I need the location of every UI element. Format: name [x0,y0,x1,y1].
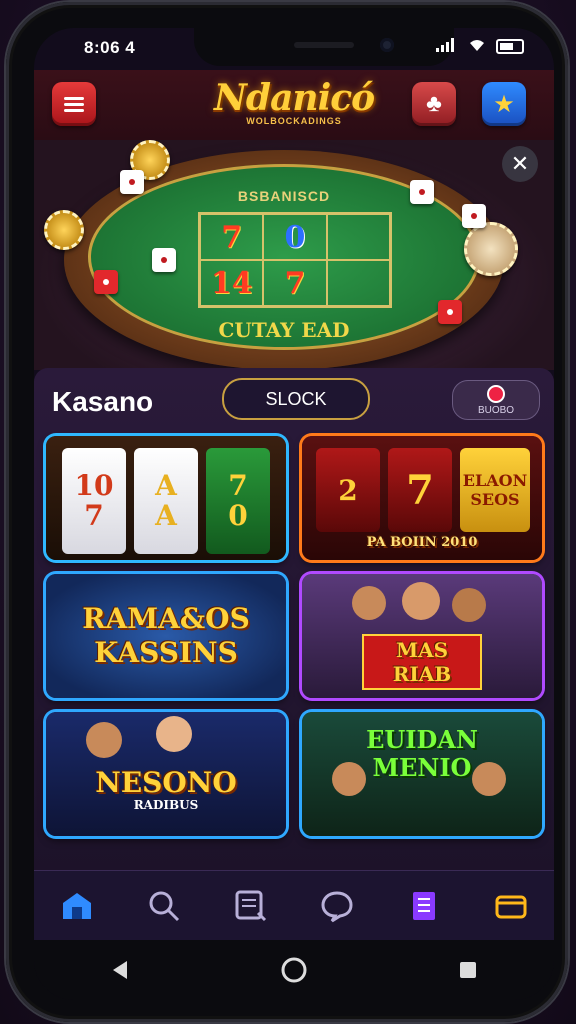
back-icon [112,961,127,979]
cards-button[interactable]: ♣ [412,82,456,126]
felt-bottom-text: CUTAY EAD [218,318,350,342]
felt-cell: 7 [263,260,327,306]
game-tile[interactable]: 2 7 ELAON SEOS PA BOIIN 2010 [302,436,542,560]
filter-pill[interactable]: SLOCK [222,378,370,420]
sort-icon [487,384,505,403]
reel-symbol: ELAON SEOS [462,471,528,509]
star-icon: ★ [493,90,515,118]
screen: 8:06 4 Ndanicó WOLBOCKADINGS ♣ ★ BSBANIS… [34,28,554,1000]
tab-book[interactable] [399,881,449,931]
search-icon [149,891,180,922]
game-subtitle: RADIBUS [133,798,199,812]
tab-wallet[interactable] [486,881,536,931]
reel-symbol: A A [155,469,177,532]
reel-symbol: 7 [406,466,434,514]
game-title: NESONO [95,766,237,799]
tab-home[interactable] [52,881,102,931]
games-grid: 10 7 A A 7 0 2 7 ELAON SEOS PA BOIIN 201… [46,436,542,836]
sort-label: BUOBO [477,404,515,416]
game-tile[interactable]: NESONO RADIBUS [46,712,286,836]
reel: 7 0 [206,448,270,554]
reel-symbol: 7 0 [228,469,248,532]
close-icon: ✕ [510,151,530,176]
person-avatar [332,762,366,796]
felt-cell: 14 [200,260,264,306]
felt-cell: 7 [200,214,264,260]
book-icon [412,892,435,920]
app-logo: Ndanicó WOLBOCKADINGS [214,77,375,126]
camera [380,38,394,52]
reel-symbol: 10 7 [74,469,114,532]
felt-cell: 0 [263,214,327,260]
person-avatar [452,588,486,622]
sort-chip[interactable]: BUOBO [452,380,540,420]
notch [194,28,454,66]
reel: ELAON SEOS [460,448,530,532]
game-tile[interactable]: RAMA&OS KASSINS [46,574,286,698]
games-section: Kasano SLOCK BUOBO 10 7 A A 7 0 2 7 ELAO… [34,368,554,898]
felt-cell [326,214,390,260]
news-icon [235,890,266,922]
felt-grid: 7 0 14 7 [198,212,392,308]
dice-icon [120,170,144,194]
game-tile[interactable]: MAS RIAB [302,574,542,698]
system-nav-bar [34,940,554,1000]
chat-icon [321,891,353,923]
reel: 7 [388,448,452,532]
person-avatar [156,716,192,752]
tab-search[interactable] [139,881,189,931]
signal-icon [436,38,458,55]
person-avatar [86,722,122,758]
reel: A A [134,448,198,554]
promo-button[interactable]: ★ [482,82,526,126]
chip-stack-icon [464,222,518,276]
dice-icon [462,204,486,228]
wifi-icon [468,38,486,55]
dice-icon [438,300,462,324]
game-title: PA BOIIN 2010 [366,535,478,550]
felt-cell [326,260,390,306]
dice-icon [94,270,118,294]
felt-title: BSBANISCD [237,188,331,204]
battery-icon [496,39,524,54]
recents-icon [460,962,477,978]
reel: 10 7 [62,448,126,554]
dice-icon [152,248,176,272]
reel-symbol: 2 [338,473,358,507]
status-time: 8:06 4 [84,38,136,57]
status-icons [436,38,524,55]
tab-chat[interactable] [312,881,362,931]
person-avatar [402,582,440,620]
tab-bar [34,870,554,941]
close-banner-button[interactable]: ✕ [502,146,538,182]
game-tile[interactable]: EUIDAN MENIO [302,712,542,836]
wallet-icon [495,895,527,919]
section-title: Kasano [52,386,154,417]
hamburger-icon [64,94,84,115]
app-header: Ndanicó WOLBOCKADINGS ♣ ★ [34,70,554,140]
person-avatar [472,762,506,796]
chip-icon [44,210,84,250]
game-tile[interactable]: 10 7 A A 7 0 [46,436,286,560]
home-icon [63,893,92,919]
cards-icon: ♣ [426,90,442,117]
speaker [294,42,354,48]
tab-news[interactable] [226,881,276,931]
reel: 2 [316,448,380,532]
dice-icon [410,180,434,204]
game-title: RAMA&OS KASSINS [82,602,250,669]
person-avatar [352,586,386,620]
game-title: MAS RIAB [362,634,482,690]
hero-banner[interactable]: BSBANISCD 7 0 14 7 CUTAY EAD [34,140,554,370]
phone-frame: 8:06 4 Ndanicó WOLBOCKADINGS ♣ ★ BSBANIS… [6,2,568,1022]
menu-button[interactable] [52,82,96,126]
logo-title: Ndanicó [214,77,375,119]
home-circle-icon [281,957,307,983]
